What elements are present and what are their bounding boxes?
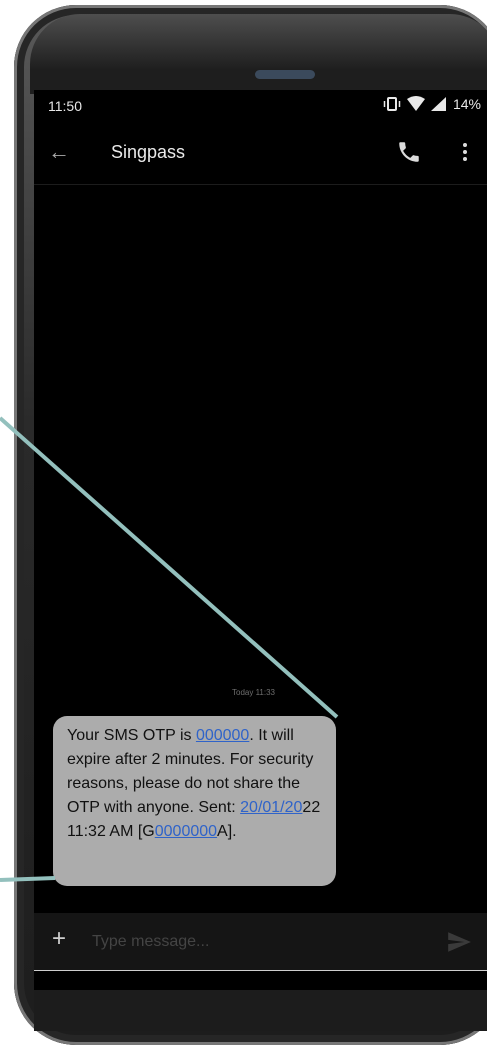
conversation-title: Singpass (111, 142, 186, 162)
status-time: 11:50 (48, 98, 82, 114)
phone-top-bezel (30, 14, 487, 94)
message-timestamp: Today 11:33 (232, 688, 275, 697)
date-link[interactable]: 20/01/20 (240, 799, 302, 816)
status-icons: 14% (383, 96, 481, 112)
send-icon[interactable] (446, 929, 472, 955)
message-composer: + (34, 913, 487, 971)
message-text: Your SMS OTP is (67, 727, 196, 744)
otp-link[interactable]: 000000 (196, 727, 249, 744)
status-bar: 11:50 14% (34, 90, 487, 124)
phone-call-icon[interactable] (396, 139, 422, 165)
back-arrow-icon[interactable]: ← (48, 138, 76, 166)
signal-icon (430, 97, 446, 111)
message-text: A]. (217, 823, 237, 840)
more-options-icon[interactable] (458, 139, 472, 165)
id-link[interactable]: 0000000 (155, 823, 217, 840)
phone-screen: 11:50 14% ← Singpass Today 11:33 Your SM… (34, 90, 487, 991)
message-input[interactable] (90, 929, 424, 955)
vibrate-icon (383, 97, 401, 111)
add-attachment-icon[interactable]: + (52, 927, 66, 951)
battery-level: 14% (452, 96, 481, 112)
earpiece-speaker (255, 70, 315, 79)
app-bar: ← Singpass (34, 124, 487, 185)
phone-bottom-bezel (34, 990, 487, 1031)
wifi-icon (406, 96, 425, 111)
sms-message-bubble[interactable]: Your SMS OTP is 000000. It will expire a… (53, 716, 336, 886)
